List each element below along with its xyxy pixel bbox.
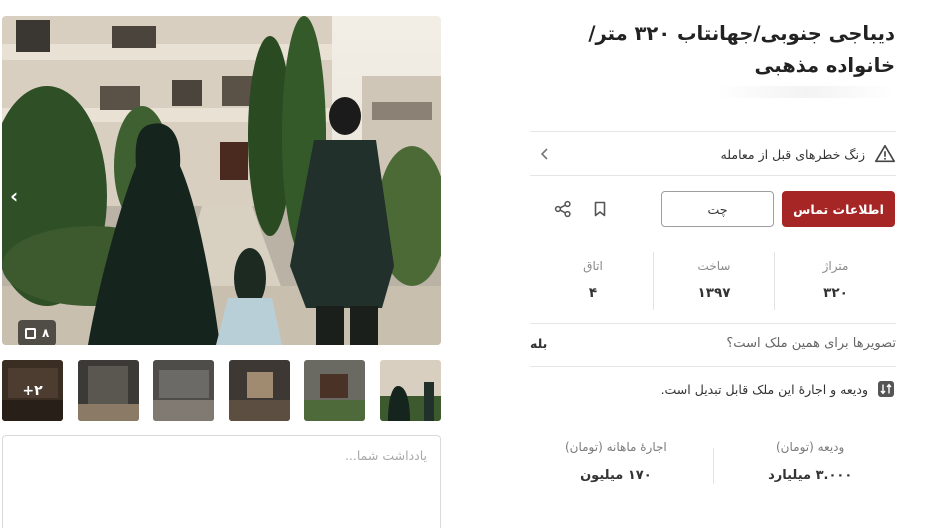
action-bar: اطلاعات تماس چت xyxy=(529,191,895,227)
convertible-label: ودیعه و اجارهٔ این ملک قابل تبدیل است. xyxy=(660,381,868,397)
price-divider xyxy=(712,448,714,484)
stat-year-label: ساخت xyxy=(697,259,731,273)
share-button[interactable] xyxy=(548,194,578,224)
note-textarea[interactable] xyxy=(16,448,427,518)
rent-value: ۱۷۰ میلیون xyxy=(580,468,652,483)
listing-details: دیباجی جنوبی/جهانتاب ۳۲۰ متر/خانواده مذه… xyxy=(530,0,896,528)
bookmark-button[interactable] xyxy=(585,194,615,224)
stat-area-label: متراژ xyxy=(822,259,849,273)
listing-subtitle-placeholder xyxy=(716,86,896,98)
divider xyxy=(530,131,896,132)
rent-block: اجارهٔ ماهانه (تومان) ۱۷۰ میلیون xyxy=(541,440,691,492)
thumbnail-strip: +۲ xyxy=(2,360,441,421)
stat-year-built: ساخت ۱۳۹۷ xyxy=(654,252,775,310)
warning-label: زنگ خطرهای قبل از معامله xyxy=(720,146,865,162)
thumbnail-photo-active[interactable] xyxy=(380,360,441,421)
more-photos-count: +۲ xyxy=(2,360,63,421)
convertible-row: ودیعه و اجارهٔ این ملک قابل تبدیل است. xyxy=(530,378,896,400)
stat-area-value: ۳۲۰ xyxy=(823,285,848,301)
thumbnail-photo[interactable] xyxy=(153,360,214,421)
thumbnail-photo[interactable] xyxy=(78,360,139,421)
chat-button[interactable]: چت xyxy=(661,191,774,227)
property-stats: متراژ ۳۲۰ ساخت ۱۳۹۷ اتاق ۴ xyxy=(530,252,896,310)
rent-label: اجارهٔ ماهانه (تومان) xyxy=(564,440,667,454)
stat-year-value: ۱۳۹۷ xyxy=(697,285,731,301)
photos-question: تصویرها برای همین ملک است؟ xyxy=(726,335,896,351)
thumbnail-photo[interactable] xyxy=(229,360,290,421)
divider xyxy=(530,175,896,176)
thumbnail-photo[interactable] xyxy=(304,360,365,421)
divider xyxy=(530,366,896,367)
bookmark-icon xyxy=(594,201,606,217)
fullscreen-icon xyxy=(25,327,36,339)
stat-rooms: اتاق ۴ xyxy=(533,252,654,310)
chevron-left-icon xyxy=(540,148,548,160)
thumbnail-more[interactable]: +۲ xyxy=(2,360,63,421)
convert-arrows-icon xyxy=(878,381,894,397)
share-icon xyxy=(554,200,571,218)
family-house-illustration xyxy=(2,16,441,345)
stat-rooms-label: اتاق xyxy=(583,259,603,273)
contact-info-button[interactable]: اطلاعات تماس xyxy=(782,191,895,227)
note-field-container xyxy=(2,435,441,528)
divider xyxy=(530,323,896,324)
main-listing-photo[interactable]: ‹ ۸ xyxy=(2,16,441,345)
previous-photo-button[interactable]: ‹ xyxy=(10,186,18,206)
stat-area: متراژ ۳۲۰ xyxy=(775,252,896,310)
stat-rooms-value: ۴ xyxy=(588,285,598,301)
photo-count-badge[interactable]: ۸ xyxy=(18,320,57,345)
listing-title: دیباجی جنوبی/جهانتاب ۳۲۰ متر/خانواده مذه… xyxy=(588,22,895,77)
scam-warning-row[interactable]: زنگ خطرهای قبل از معامله xyxy=(530,135,896,173)
deposit-label: ودیعه (تومان) xyxy=(776,440,845,454)
price-section: ودیعه (تومان) ۳.۰۰۰ میلیارد اجارهٔ ماهان… xyxy=(530,440,896,492)
photos-answer: بله xyxy=(530,335,548,351)
deposit-block: ودیعه (تومان) ۳.۰۰۰ میلیارد xyxy=(735,440,885,492)
photos-authentic-row: تصویرها برای همین ملک است؟ بله xyxy=(530,330,896,356)
warning-triangle-icon xyxy=(875,144,895,163)
deposit-value: ۳.۰۰۰ میلیارد xyxy=(768,468,853,483)
photo-count-value: ۸ xyxy=(42,326,50,340)
